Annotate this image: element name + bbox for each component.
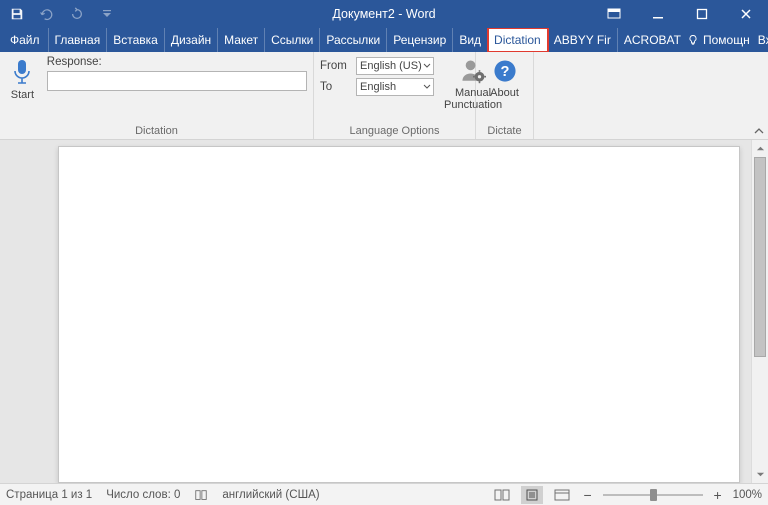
tab-design[interactable]: Дизайн [165,28,218,52]
tab-abbyy[interactable]: ABBYY Fir [548,28,618,52]
to-language-select[interactable]: English [356,78,434,96]
book-icon [194,488,208,502]
group-dictation: Start Response: Dictation [0,52,314,139]
status-word-count[interactable]: Число слов: 0 [106,489,180,501]
tab-references[interactable]: Ссылки [265,28,320,52]
response-label: Response: [47,56,307,68]
collapse-ribbon-button[interactable] [750,52,768,139]
web-layout-icon [554,489,570,501]
tab-dictation[interactable]: Dictation [488,28,548,52]
from-language-select[interactable]: English (US) [356,57,434,75]
signin-button[interactable]: Вход [758,33,768,47]
document-page[interactable] [58,146,740,483]
scroll-up-button[interactable] [752,140,768,157]
group-dictate: ? About Dictate [476,52,534,139]
about-button[interactable]: ? About [483,56,527,99]
tell-me-button[interactable]: Помощн [687,33,750,47]
zoom-slider-knob[interactable] [650,489,657,501]
group-label-dictation: Dictation [6,124,307,138]
status-proofing[interactable] [194,488,208,502]
document-area [0,140,768,483]
tab-insert[interactable]: Вставка [107,28,165,52]
response-field-wrap: Response: [47,56,307,91]
microphone-icon [12,58,32,86]
vertical-scrollbar[interactable] [751,140,768,483]
tab-acrobat[interactable]: ACROBAT [618,28,687,52]
redo-button[interactable] [64,1,90,27]
tabs-right-cluster: Помощн Вход Общий доступ [687,28,768,52]
ribbon-display-options-button[interactable] [592,0,636,28]
question-icon: ? [492,58,518,84]
save-button[interactable] [4,1,30,27]
window-title: Документ2 - Word [332,7,435,21]
to-label: To [320,81,350,93]
tab-layout[interactable]: Макет [218,28,265,52]
undo-button[interactable] [34,1,60,27]
scroll-track[interactable] [752,157,768,466]
group-label-dictate: Dictate [482,124,527,138]
scroll-thumb[interactable] [754,157,766,357]
status-language[interactable]: английский (США) [222,489,319,501]
ribbon: Start Response: Dictation From English (… [0,52,768,140]
tab-view[interactable]: Вид [453,28,488,52]
view-read-mode-button[interactable] [491,486,513,504]
status-bar: Страница 1 из 1 Число слов: 0 английский… [0,483,768,505]
chevron-down-icon [423,83,431,91]
zoom-in-button[interactable]: + [711,490,725,500]
view-web-layout-button[interactable] [551,486,573,504]
ribbon-tabs: Файл Главная Вставка Дизайн Макет Ссылки… [0,28,768,52]
group-label-language: Language Options [320,124,469,138]
quick-access-toolbar [0,1,120,27]
tab-review[interactable]: Рецензир [387,28,453,52]
read-mode-icon [494,489,510,501]
tab-mailings[interactable]: Рассылки [320,28,387,52]
page-viewport[interactable] [0,140,751,483]
view-print-layout-button[interactable] [521,486,543,504]
from-label: From [320,60,350,72]
scroll-down-button[interactable] [752,466,768,483]
zoom-slider[interactable] [603,494,703,496]
start-button[interactable]: Start [6,56,39,101]
status-page[interactable]: Страница 1 из 1 [6,489,92,501]
qat-customize-button[interactable] [94,1,120,27]
close-button[interactable] [724,0,768,28]
chevron-up-icon [753,125,765,137]
title-bar: Документ2 - Word [0,0,768,28]
chevron-down-icon [423,62,431,70]
response-input[interactable] [47,71,307,91]
print-layout-icon [525,489,539,501]
maximize-button[interactable] [680,0,724,28]
svg-text:?: ? [500,64,509,80]
window-controls [592,0,768,28]
zoom-level[interactable]: 100% [733,489,762,501]
group-language-options: From English (US) To English [314,52,476,139]
zoom-out-button[interactable]: − [581,490,595,500]
minimize-button[interactable] [636,0,680,28]
tab-file[interactable]: Файл [2,28,49,52]
tab-home[interactable]: Главная [49,28,108,52]
lightbulb-icon [687,34,699,46]
